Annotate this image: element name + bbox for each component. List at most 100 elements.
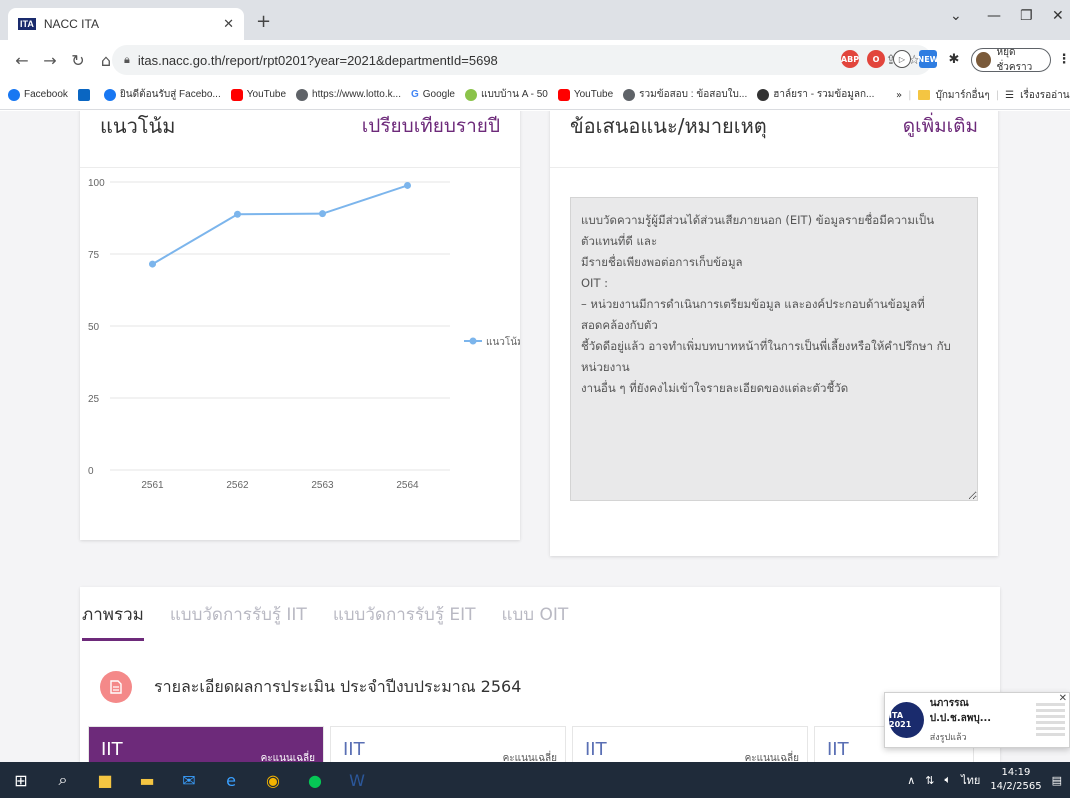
bookmark-google[interactable]: G Google [411,89,455,100]
minimize-icon[interactable]: — [987,8,1001,24]
profile-label: หยุดชั่วคราว [996,47,1033,73]
abp-icon[interactable]: ABP [841,50,859,68]
bookmark-facebook-welcome[interactable]: ยินดีต้อนรับสู่ Facebo... [103,87,221,102]
bookmark-house-plan[interactable]: แบบบ้าน A - 50 [465,87,548,102]
store-icon[interactable]: ■ [84,762,126,798]
volume-icon[interactable]: 🔈︎ [944,773,951,787]
data-point [319,210,326,218]
y-tick-label: 25 [88,394,100,405]
play-icon[interactable]: ▷ [893,50,911,68]
chrome-icon[interactable]: ◉ [252,762,294,798]
bookmark-facebook[interactable]: Facebook [8,88,68,101]
other-bookmarks[interactable]: บุ๊กมาร์กอื่นๆ [936,88,990,103]
word-icon[interactable]: W [336,762,378,798]
score-box-title: IIT [585,739,607,760]
menu-kebab-icon[interactable]: ⋮ [1055,50,1070,68]
new-tab-icon[interactable]: + [256,11,271,32]
globe-icon [623,88,636,101]
bookmark-info[interactable]: ฮาล์ยรา - รวมข้อมูลก... [757,87,874,102]
windows-taskbar: ⊞ ⌕ ■ ▬ ✉ e ◉ ● W ∧ ⇅ 🔈︎ ไทย 14:19 14/2/… [0,762,1070,798]
see-more-link[interactable]: ดูเพิ่มเติม [903,111,978,141]
trend-card: แนวโน้ม เปรียบเทียบรายปี 100 75 50 25 0 2561 2… [80,111,520,540]
line-notification[interactable]: ITA 2021 นภารรณ ป.ป.ช.ลพบุ... ส่งรูปแล้ว… [884,692,1070,748]
x-tick-label: 2564 [396,480,419,491]
restore-icon[interactable]: ❐ [1020,8,1033,24]
new-icon[interactable]: NEW [918,50,939,68]
clock[interactable]: 14:19 14/2/2565 [990,766,1041,794]
outlook-icon [77,88,90,101]
network-icon[interactable]: ⇅ [925,774,934,787]
bookmark-outlook[interactable] [77,88,94,101]
windows-start-icon[interactable]: ⊞ [0,762,42,798]
trend-card-header: แนวโน้ม เปรียบเทียบรายปี [80,111,520,168]
profile-button[interactable]: หยุดชั่วคราว [971,47,1051,73]
url-text[interactable]: itas.nacc.go.th/report/rpt0201?year=2021… [138,53,874,68]
notification-center-icon[interactable]: ▤ [1052,774,1062,787]
close-icon[interactable]: ✕ [1059,693,1067,704]
tab-iit[interactable]: แบบวัดการรับรู้ IIT [170,601,307,641]
data-point [149,260,156,268]
bookmark-youtube-2[interactable]: YouTube [557,88,613,101]
assessment-tabs: ภาพรวม แบบวัดการรับรู้ IIT แบบวัดการรับร… [80,587,1000,641]
score-box[interactable]: IIT คะแนนเฉลี่ย [572,726,808,762]
series-line [151,184,408,265]
reload-icon[interactable]: ↻ [64,51,92,70]
tab-search-icon[interactable]: ⌄ [950,8,962,24]
x-tick-label: 2562 [226,480,249,491]
x-tick-label: 2563 [311,480,334,491]
bookmark-lotto[interactable]: https://www.lotto.k... [296,88,401,101]
tab-eit[interactable]: แบบวัดการรับรู้ EIT [333,601,476,641]
tab-title: NACC ITA [43,17,99,31]
suggestion-textarea[interactable]: แบบวัดความรู้ผู้มีส่วนได้ส่วนเสียภายนอก … [570,197,978,501]
data-point [404,181,411,189]
bookmark-exam[interactable]: รวมข้อสอบ : ข้อสอบใบ... [623,87,747,102]
lock-icon[interactable]: 🔒︎ [124,53,130,67]
score-box[interactable]: IIT คะแนนเฉลี่ย [88,726,324,762]
score-box-label: คะแนนเฉลี่ย [744,753,799,762]
edge-icon[interactable]: e [210,762,252,798]
youtube-icon [230,88,243,101]
folder-icon [917,90,930,100]
forward-arrow-icon[interactable]: → [36,51,64,70]
back-arrow-icon[interactable]: ← [8,51,36,70]
opera-icon[interactable]: O [867,50,885,68]
bookmark-youtube[interactable]: YouTube [230,88,286,101]
score-box-title: IIT [343,739,365,760]
detail-title: รายละเอียดผลการประเมิน ประจำปีงบประมาณ 2… [154,676,522,696]
x-tick-label: 2561 [141,480,164,491]
chevron-up-icon[interactable]: ∧ [907,774,915,787]
avatar [976,52,991,68]
browser-tab[interactable]: ITA NACC ITA ✕ [8,8,244,40]
facebook-icon [103,88,116,101]
system-tray: ∧ ⇅ 🔈︎ ไทย 14:19 14/2/2565 ▤ [907,762,1062,798]
globe-icon [296,88,309,101]
tab-oit[interactable]: แบบ OIT [502,601,569,641]
mail-icon[interactable]: ✉ [168,762,210,798]
score-box-title: IIT [101,739,123,760]
browser-tab-strip: ITA NACC ITA ✕ + ⌄ — ❐ ✕ [0,0,1070,40]
y-tick-label: 75 [88,250,100,261]
reading-list[interactable]: เรื่องรออ่าน [1020,88,1070,103]
file-explorer-icon[interactable]: ▬ [126,762,168,798]
tab-overview[interactable]: ภาพรวม [82,601,144,641]
address-bar[interactable]: 🔒︎ itas.nacc.go.th/report/rpt0201?year=2… [112,45,932,75]
bookmarks-overflow-icon[interactable]: » [896,90,902,101]
suggestion-card-header: ข้อเสนอแนะ/หมายเหตุ ดูเพิ่มเติม [550,111,998,168]
youtube-icon [557,88,570,101]
trend-title: แนวโน้ม [100,113,176,138]
close-window-icon[interactable]: ✕ [1052,8,1064,24]
compare-yearly-link[interactable]: เปรียบเทียบรายปี [362,111,500,141]
legend-marker [469,337,477,345]
search-icon[interactable]: ⌕ [42,762,84,798]
detail-heading: รายละเอียดผลการประเมิน ประจำปีงบประมาณ 2… [100,671,521,703]
site-icon [757,88,770,101]
input-language[interactable]: ไทย [961,771,980,789]
close-tab-icon[interactable]: ✕ [223,17,234,32]
score-box[interactable]: IIT คะแนนเฉลี่ย [330,726,566,762]
facebook-icon [8,88,20,101]
data-point [234,210,241,218]
document-icon [100,671,132,703]
suggestion-title: ข้อเสนอแนะ/หมายเหตุ [570,113,767,138]
extensions-puzzle-icon[interactable]: ✱ [945,50,963,68]
line-app-icon[interactable]: ● [294,762,336,798]
